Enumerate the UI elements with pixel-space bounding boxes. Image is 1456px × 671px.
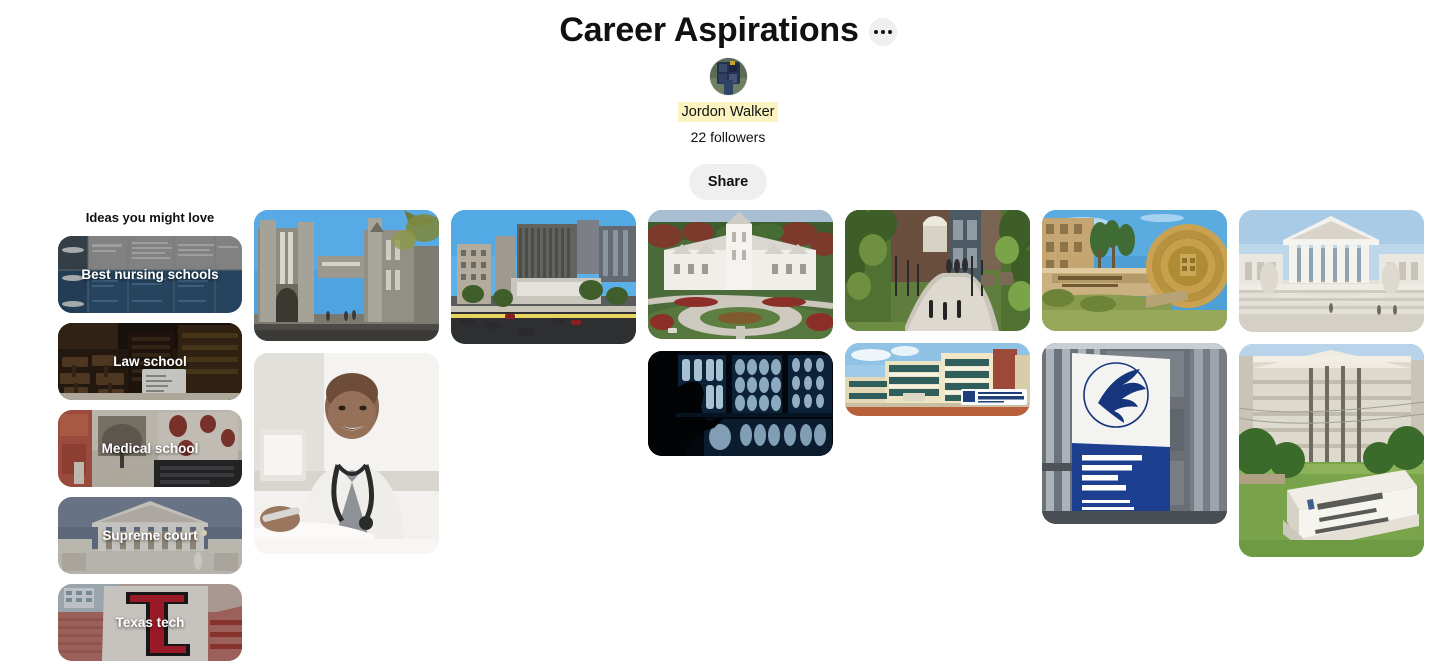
title-row: Career Aspirations — [559, 8, 897, 52]
sidebar-item-label: Texas tech — [115, 614, 185, 630]
sidebar-item-law-school[interactable]: Law school — [58, 323, 242, 400]
pin-supreme-court-building[interactable] — [1239, 210, 1424, 332]
pin-campus-walkway[interactable] — [845, 210, 1030, 331]
ideas-heading: Ideas you might love — [85, 210, 215, 225]
pin-column-5 — [1042, 210, 1227, 557]
pin-white-campus-aerial[interactable] — [648, 210, 833, 339]
sidebar-item-label: Law school — [113, 353, 187, 369]
page-title: Career Aspirations — [559, 11, 859, 49]
pin-hhs-sign[interactable] — [1042, 343, 1227, 524]
sidebar-item-best-nursing-schools[interactable]: Best nursing schools — [58, 236, 242, 313]
board-header: Career Aspirations Jordon Walker 22 foll… — [0, 0, 1456, 200]
pin-column-2 — [451, 210, 636, 557]
board-body: Ideas you might love Best nursing school… — [0, 210, 1456, 671]
sidebar-item-texas-tech[interactable]: Texas tech — [58, 584, 242, 661]
avatar[interactable] — [709, 58, 747, 95]
share-button[interactable]: Share — [688, 164, 768, 200]
pin-radiology-xray[interactable] — [648, 351, 833, 456]
pin-ut-health-science-center[interactable] — [845, 343, 1030, 416]
sidebar-item-label: Medical school — [101, 440, 199, 456]
pin-southwestern-medical-center[interactable] — [1239, 344, 1424, 557]
pin-column-1 — [254, 210, 439, 557]
pin-grid — [254, 210, 1434, 557]
pin-paul-foster-school-of-medicine[interactable] — [1042, 210, 1227, 331]
ideas-you-might-love-rail: Ideas you might love Best nursing school… — [58, 210, 242, 671]
ellipsis-dots — [873, 30, 892, 34]
sidebar-item-supreme-court[interactable]: Supreme court — [58, 497, 242, 574]
ellipsis-icon[interactable] — [868, 18, 897, 46]
pin-column-4 — [845, 210, 1030, 557]
sidebar-item-label: Supreme court — [102, 527, 198, 543]
owner-name[interactable]: Jordon Walker — [677, 102, 779, 122]
pin-gothic-campus[interactable] — [254, 210, 439, 341]
pin-doctor-desk[interactable] — [254, 353, 439, 554]
follower-count: 22 followers — [690, 129, 766, 145]
sidebar-item-label: Best nursing schools — [81, 266, 219, 282]
pin-column-6 — [1239, 210, 1424, 557]
pin-column-3 — [648, 210, 833, 557]
sidebar-item-medical-school[interactable]: Medical school — [58, 410, 242, 487]
pin-city-medical-center[interactable] — [451, 210, 636, 344]
